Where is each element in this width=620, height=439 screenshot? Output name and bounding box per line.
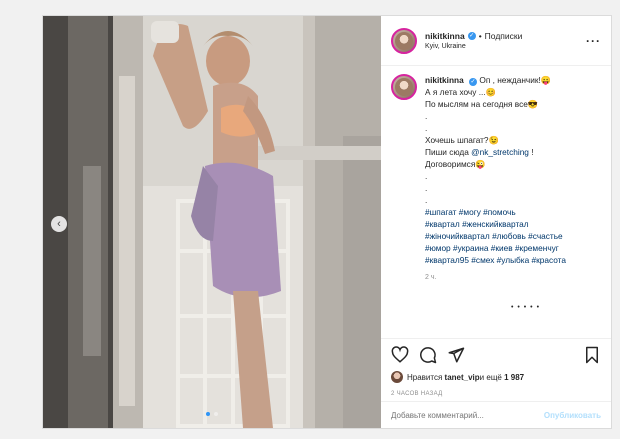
caption-line: ! <box>528 147 534 157</box>
verified-badge-icon: ✓ <box>467 32 476 40</box>
avatar[interactable] <box>391 371 403 383</box>
caption-line: А я лета хочу ...😊 <box>425 87 496 97</box>
previous-photo-button[interactable]: ‹ <box>51 216 67 232</box>
hashtag-line[interactable]: #квартал #женскийквартал <box>425 218 595 230</box>
next-comment-partial: • • • • • <box>511 304 541 311</box>
location-link[interactable]: Kyiv, Ukraine <box>425 43 586 50</box>
mention-link[interactable]: @nk_stretching <box>471 147 529 157</box>
photo-illustration <box>43 16 381 428</box>
post-header: nikitkinna ✓ • Подписки Kyiv, Ukraine ··… <box>381 16 611 66</box>
username-link[interactable]: nikitkinna <box>425 31 465 41</box>
hashtag-line[interactable]: #квартал95 #смех #улыбка #красота <box>425 254 595 266</box>
publish-button[interactable]: Опубликовать <box>544 411 601 420</box>
caption-line: . <box>425 171 428 181</box>
caption-line: Хочешь шпагат?😉 <box>425 135 499 145</box>
caption-text: nikitkinna ✓ Оп , нежданчик!😛 А я лета х… <box>425 74 595 284</box>
heart-icon[interactable] <box>391 346 409 364</box>
caption-line: . <box>425 123 428 133</box>
carousel-dot <box>214 412 218 416</box>
comment-input[interactable] <box>391 410 544 420</box>
separator: • <box>478 31 482 41</box>
avatar[interactable] <box>391 74 417 100</box>
following-button[interactable]: Подписки <box>485 31 523 41</box>
hashtag-line[interactable]: #шпагат #могу #помочь <box>425 206 595 218</box>
caption-line: . <box>425 195 428 205</box>
verified-badge-icon: ✓ <box>469 78 478 86</box>
comment-icon[interactable] <box>419 346 437 364</box>
bookmark-icon[interactable] <box>583 346 601 364</box>
caption-area: nikitkinna ✓ Оп , нежданчик!😛 А я лета х… <box>381 66 611 311</box>
caption-line: . <box>425 183 428 193</box>
instagram-post: ‹ nikitkinna ✓ • Подписки Kyiv, Ukraine … <box>42 15 612 429</box>
caption-line: По мыслям на сегодня все😎 <box>425 99 539 109</box>
caption-time[interactable]: 2 ч. <box>425 272 595 284</box>
hashtag-line[interactable]: #юмор #украина #киев #кременчуг <box>425 242 595 254</box>
carousel-dot <box>206 412 210 416</box>
more-icon[interactable]: ··· <box>586 34 601 48</box>
caption-line: . <box>425 111 428 121</box>
avatar[interactable] <box>391 27 417 54</box>
caption-line: Оп , нежданчик!😛 <box>479 75 552 85</box>
chevron-left-icon: ‹ <box>57 217 61 230</box>
likes-line: Нравится tanet_vip и ещё 1 987 <box>391 371 601 383</box>
share-icon[interactable] <box>447 346 465 364</box>
caption-line: Договоримся😜 <box>425 159 486 169</box>
hashtag-line[interactable]: #жіночийквартал #любовь #счастье <box>425 230 595 242</box>
likes-count[interactable]: 1 987 <box>504 373 524 382</box>
post-actions: Нравится tanet_vip и ещё 1 987 2 ЧАСОВ Н… <box>381 338 611 397</box>
post-photo[interactable]: ‹ <box>43 16 381 428</box>
post-side-panel: nikitkinna ✓ • Подписки Kyiv, Ukraine ··… <box>381 16 611 428</box>
caption-line: Пиши сюда <box>425 147 472 157</box>
comment-form: Опубликовать <box>381 401 611 428</box>
caption-username[interactable]: nikitkinna <box>425 75 464 85</box>
posted-time[interactable]: 2 ЧАСОВ НАЗАД <box>391 391 601 397</box>
carousel-dots <box>43 412 381 416</box>
liker-username[interactable]: tanet_vip <box>445 373 480 382</box>
